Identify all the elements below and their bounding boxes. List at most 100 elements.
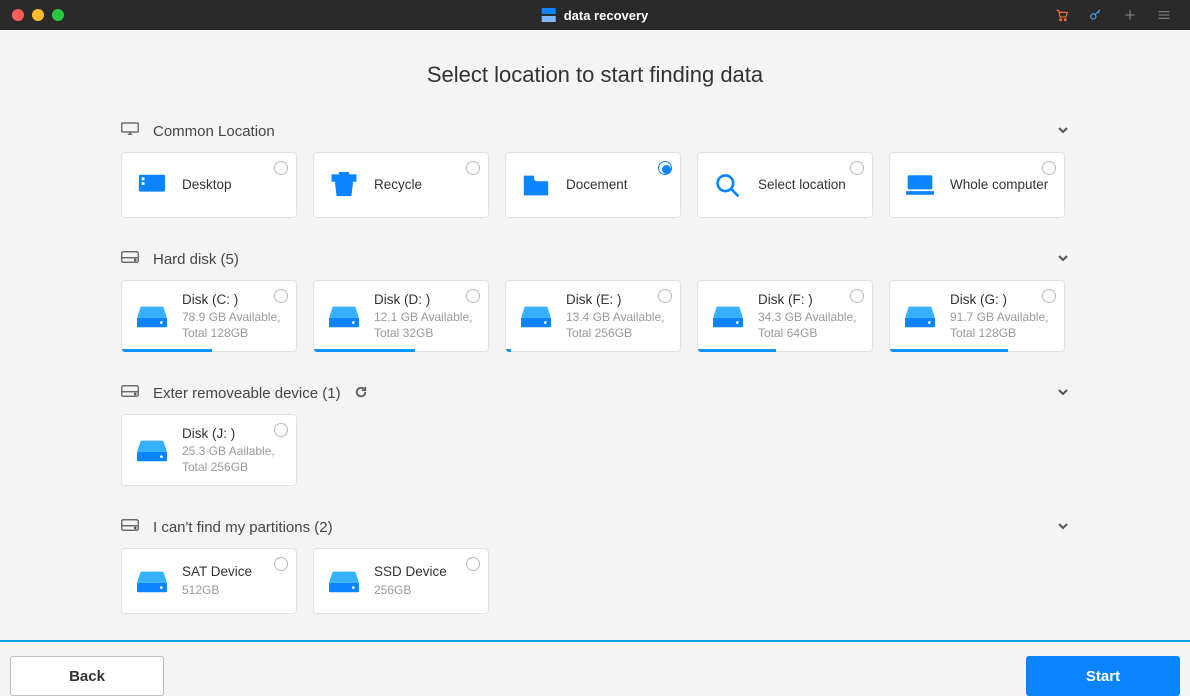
card-text: SAT Device 512GB [182,563,286,598]
card-title: Disk (F: ) [758,291,862,309]
card-text: Disk (E: )13.4 GB Available, Total 256GB [566,291,670,342]
external-card-diskj[interactable]: Disk (J: )25.3 GB Aailable, Total 256GB [121,414,297,486]
card-title: Disk (J: ) [182,425,286,443]
chevron-down-icon [1057,123,1069,140]
card-title: Desktop [182,176,286,194]
radio-indicator[interactable] [466,557,480,571]
titlebar: data recovery [0,0,1190,30]
card-title: Recycle [374,176,478,194]
common-location-grid: Desktop Recycle Docement Select location Who… [121,152,1069,218]
section-header-hard-disk[interactable]: Hard disk (5) [121,244,1069,280]
refresh-icon[interactable] [355,385,367,402]
start-button[interactable]: Start [1026,656,1180,696]
minimize-window-icon[interactable] [32,9,44,21]
key-icon[interactable] [1088,7,1104,23]
card-title: Docement [566,176,670,194]
card-subtitle: 256GB [374,583,478,599]
section-header-external[interactable]: Exter removeable device (1) [121,378,1069,414]
disk-card-diskg[interactable]: Disk (G: )91.7 GB Available, Total 128GB [889,280,1065,352]
usage-bar [890,349,1008,352]
back-button[interactable]: Back [10,656,164,696]
radio-indicator[interactable] [1042,289,1056,303]
card-text: Disk (J: )25.3 GB Aailable, Total 256GB [182,425,286,476]
card-icon [136,568,168,594]
card-text: Select location [758,176,862,194]
card-icon [136,172,168,198]
card-icon [904,303,936,329]
plus-icon[interactable] [1122,7,1138,23]
radio-indicator[interactable] [850,289,864,303]
radio-indicator[interactable] [658,161,672,175]
card-text: SSD Device256GB [374,563,478,598]
app-title: data recovery [542,8,649,23]
card-icon [328,172,360,198]
radio-indicator[interactable] [1042,161,1056,175]
close-window-icon[interactable] [12,9,24,21]
card-icon [328,568,360,594]
card-icon [712,172,744,198]
card-subtitle: 34.3 GB Available, Total 64GB [758,310,862,341]
radio-indicator[interactable] [274,161,288,175]
menu-icon[interactable] [1156,7,1172,23]
card-subtitle: 25.3 GB Aailable, Total 256GB [182,444,286,475]
radio-indicator[interactable] [274,289,288,303]
common-card-recycle[interactable]: Recycle [313,152,489,218]
section-header-common[interactable]: Common Location [121,116,1069,152]
footer: Back Start [0,642,1190,696]
section-label: I can't find my partitions (2) [153,519,333,536]
section-label: Hard disk (5) [153,251,239,268]
disk-card-diskf[interactable]: Disk (F: )34.3 GB Available, Total 64GB [697,280,873,352]
page-title: Select location to start finding data [0,30,1190,116]
section-header-lost-partitions[interactable]: I can't find my partitions (2) [121,512,1069,548]
common-card-desktop[interactable]: Desktop [121,152,297,218]
card-title: Whole computer [950,176,1054,194]
card-text: Disk (D: )12.1 GB Available, Total 32GB [374,291,478,342]
chevron-down-icon [1057,385,1069,402]
card-text: Recycle [374,176,478,194]
disk-card-diske[interactable]: Disk (E: )13.4 GB Available, Total 256GB [505,280,681,352]
common-card-select-location[interactable]: Select location [697,152,873,218]
card-subtitle: 91.7 GB Available, Total 128GB [950,310,1054,341]
content: Common Location Desktop Recycle Docement Se… [121,116,1069,614]
card-title: Disk (D: ) [374,291,478,309]
monitor-icon [121,122,139,140]
card-title: Disk (G: ) [950,291,1054,309]
card-subtitle: 13.4 GB Available, Total 256GB [566,310,670,341]
fullscreen-window-icon[interactable] [52,9,64,21]
drive-icon [121,518,139,536]
chevron-down-icon [1057,519,1069,536]
disk-card-diskc[interactable]: Disk (C: )78.9 GB Available, Total 128GB [121,280,297,352]
section-label: Exter removeable device (1) [153,385,341,402]
hard-disk-grid: Disk (C: )78.9 GB Available, Total 128GB… [121,280,1069,352]
card-title: Disk (C: ) [182,291,286,309]
radio-indicator[interactable] [274,557,288,571]
card-text: Desktop [182,176,286,194]
card-title: Disk (E: ) [566,291,670,309]
card-subtitle: 78.9 GB Available, Total 128GB [182,310,286,341]
card-title: SAT Device [182,563,286,581]
card-subtitle: 512GB [182,583,286,599]
card-text: Docement [566,176,670,194]
card-icon [904,172,936,198]
partition-card-ssd-device[interactable]: SSD Device256GB [313,548,489,614]
external-device-grid: Disk (J: )25.3 GB Aailable, Total 256GB [121,414,1069,486]
radio-indicator[interactable] [658,289,672,303]
usage-bar [122,349,212,352]
card-icon [712,303,744,329]
partition-card-sat-device[interactable]: SAT Device 512GB [121,548,297,614]
usage-bar [698,349,776,352]
card-text: Disk (C: )78.9 GB Available, Total 128GB [182,291,286,342]
disk-card-diskd[interactable]: Disk (D: )12.1 GB Available, Total 32GB [313,280,489,352]
card-icon [520,172,552,198]
usage-bar [314,349,415,352]
common-card-docement[interactable]: Docement [505,152,681,218]
drive-icon [121,384,139,402]
radio-indicator[interactable] [274,423,288,437]
radio-indicator[interactable] [850,161,864,175]
radio-indicator[interactable] [466,289,480,303]
usage-bar [506,349,511,352]
radio-indicator[interactable] [466,161,480,175]
common-card-whole-computer[interactable]: Whole computer [889,152,1065,218]
card-text: Disk (F: )34.3 GB Available, Total 64GB [758,291,862,342]
cart-icon[interactable] [1054,7,1070,23]
